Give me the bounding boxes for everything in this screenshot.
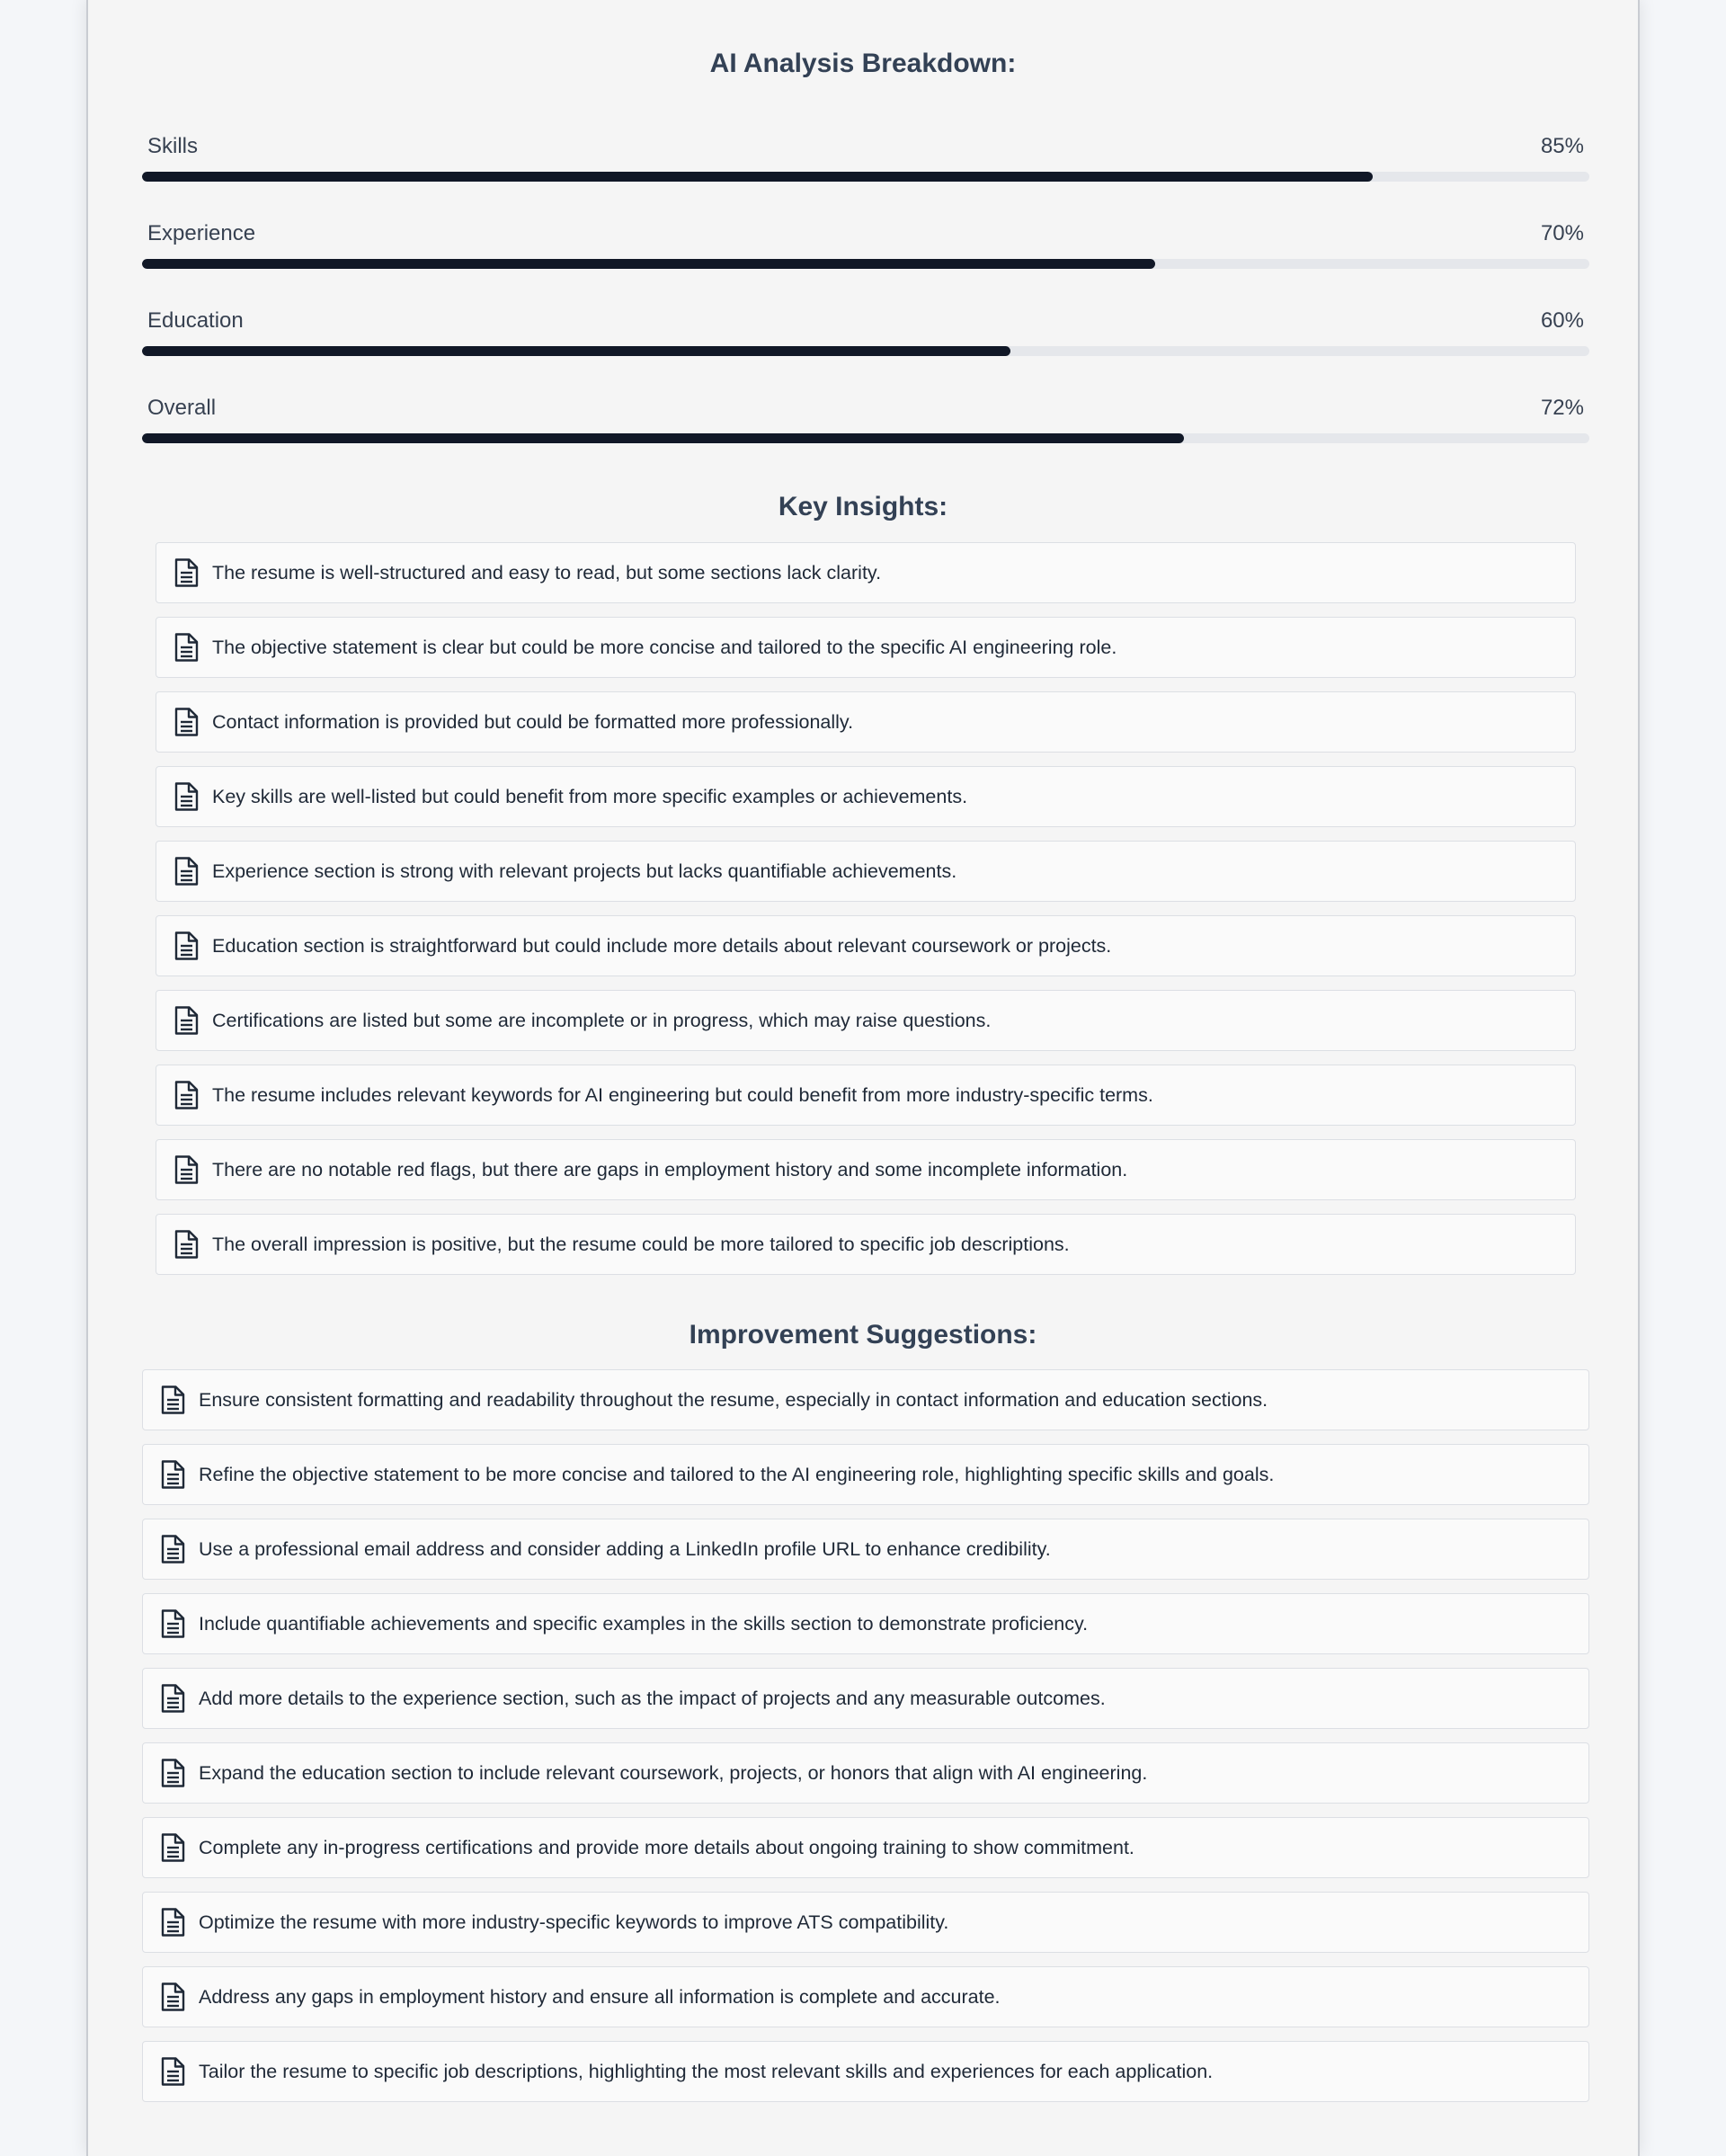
suggestion-item: Tailor the resume to specific job descri… <box>142 2041 1589 2102</box>
suggestion-text: Complete any in-progress certifications … <box>199 1837 1134 1858</box>
metric-value: 60% <box>1540 308 1584 333</box>
metric-label: Experience <box>147 221 256 245</box>
insight-item: Key skills are well-listed but could ben… <box>156 766 1576 827</box>
document-icon <box>159 1832 186 1863</box>
insight-text: Key skills are well-listed but could ben… <box>212 786 968 807</box>
progress-track <box>142 433 1589 443</box>
breakdown-title: AI Analysis Breakdown: <box>709 49 1017 78</box>
document-icon <box>173 557 200 588</box>
metric-experience: Experience 70% <box>142 220 1589 274</box>
insight-item: The overall impression is positive, but … <box>156 1214 1576 1275</box>
insight-item: Experience section is strong with releva… <box>156 841 1576 902</box>
insight-text: Certifications are listed but some are i… <box>212 1010 992 1031</box>
insight-item: There are no notable red flags, but ther… <box>156 1139 1576 1200</box>
insights-title: Key Insights: <box>778 492 948 521</box>
suggestion-text: Include quantifiable achievements and sp… <box>199 1613 1089 1635</box>
progress-track <box>142 172 1589 182</box>
suggestion-text: Address any gaps in employment history a… <box>199 1986 1001 2008</box>
suggestion-text: Refine the objective statement to be mor… <box>199 1464 1275 1485</box>
document-icon <box>159 1534 186 1564</box>
insights-list: The resume is well-structured and easy t… <box>156 542 1576 1288</box>
suggestion-item: Expand the education section to include … <box>142 1742 1589 1804</box>
insight-item: The objective statement is clear but cou… <box>156 617 1576 678</box>
document-icon <box>159 1385 186 1415</box>
document-icon <box>173 1229 200 1260</box>
insight-item: The resume includes relevant keywords fo… <box>156 1065 1576 1126</box>
suggestion-text: Ensure consistent formatting and readabi… <box>199 1389 1268 1411</box>
suggestion-item: Refine the objective statement to be mor… <box>142 1444 1589 1505</box>
metric-skills: Skills 85% <box>142 133 1589 187</box>
document-icon <box>173 1080 200 1110</box>
document-icon <box>173 781 200 812</box>
metric-label: Overall <box>147 396 217 420</box>
document-icon <box>159 1982 186 2012</box>
suggestion-item: Include quantifiable achievements and sp… <box>142 1593 1589 1654</box>
insight-text: There are no notable red flags, but ther… <box>212 1159 1128 1180</box>
suggestion-text: Tailor the resume to specific job descri… <box>199 2061 1214 2082</box>
insight-text: Contact information is provided but coul… <box>212 711 854 733</box>
document-icon <box>173 931 200 961</box>
document-icon <box>173 1005 200 1036</box>
document-icon <box>159 1459 186 1490</box>
progress-track <box>142 346 1589 356</box>
document-icon <box>159 1683 186 1714</box>
document-icon <box>159 1907 186 1938</box>
document-icon <box>159 1608 186 1639</box>
metric-value: 72% <box>1540 396 1584 420</box>
suggestions-title: Improvement Suggestions: <box>689 1320 1037 1350</box>
suggestion-text: Use a professional email address and con… <box>199 1538 1051 1560</box>
suggestion-text: Add more details to the experience secti… <box>199 1688 1106 1709</box>
insight-item: Contact information is provided but coul… <box>156 691 1576 753</box>
suggestions-list: Ensure consistent formatting and readabi… <box>142 1369 1589 2116</box>
metric-overall: Overall 72% <box>142 395 1589 449</box>
metric-value: 70% <box>1540 221 1584 245</box>
insight-text: Experience section is strong with releva… <box>212 860 957 882</box>
suggestion-item: Optimize the resume with more industry-s… <box>142 1892 1589 1953</box>
suggestion-item: Ensure consistent formatting and readabi… <box>142 1369 1589 1430</box>
progress-fill <box>142 433 1185 443</box>
progress-fill <box>142 172 1373 182</box>
progress-track <box>142 259 1589 269</box>
insight-text: The resume includes relevant keywords fo… <box>212 1084 1153 1106</box>
document-icon <box>159 1758 186 1788</box>
document-icon <box>173 632 200 663</box>
document-icon <box>173 1154 200 1185</box>
insight-text: Education section is straightforward but… <box>212 935 1112 957</box>
metric-label: Education <box>147 308 244 333</box>
insight-text: The resume is well-structured and easy t… <box>212 562 882 584</box>
progress-fill <box>142 259 1155 269</box>
suggestion-item: Complete any in-progress certifications … <box>142 1817 1589 1878</box>
suggestion-text: Optimize the resume with more industry-s… <box>199 1911 949 1933</box>
insight-item: Certifications are listed but some are i… <box>156 990 1576 1051</box>
document-icon <box>159 2056 186 2087</box>
document-icon <box>173 856 200 886</box>
insight-item: Education section is straightforward but… <box>156 915 1576 976</box>
insight-item: The resume is well-structured and easy t… <box>156 542 1576 603</box>
insight-text: The overall impression is positive, but … <box>212 1234 1070 1255</box>
suggestion-item: Address any gaps in employment history a… <box>142 1966 1589 2027</box>
metric-education: Education 60% <box>142 307 1589 361</box>
suggestion-item: Add more details to the experience secti… <box>142 1668 1589 1729</box>
progress-fill <box>142 346 1010 356</box>
metric-value: 85% <box>1540 134 1584 158</box>
analysis-panel: AI Analysis Breakdown: Skills 85% Experi… <box>86 0 1640 2156</box>
document-icon <box>173 707 200 737</box>
metric-label: Skills <box>147 134 199 158</box>
suggestion-item: Use a professional email address and con… <box>142 1519 1589 1580</box>
insight-text: The objective statement is clear but cou… <box>212 637 1117 658</box>
suggestion-text: Expand the education section to include … <box>199 1762 1148 1784</box>
